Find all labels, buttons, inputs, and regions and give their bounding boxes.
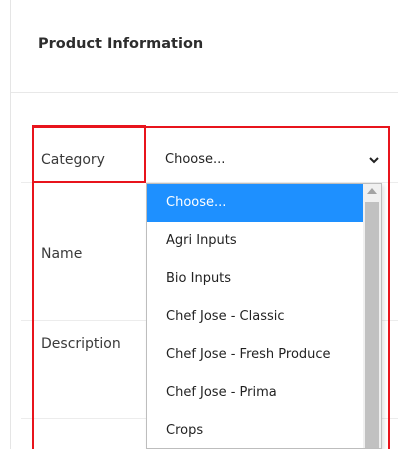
highlight-box-category-label: [32, 125, 146, 183]
page-background: [0, 0, 10, 449]
card-header: Product Information: [11, 0, 398, 93]
product-information-card: Product Information Category Name Descri…: [10, 0, 398, 449]
card-title: Product Information: [38, 36, 204, 52]
